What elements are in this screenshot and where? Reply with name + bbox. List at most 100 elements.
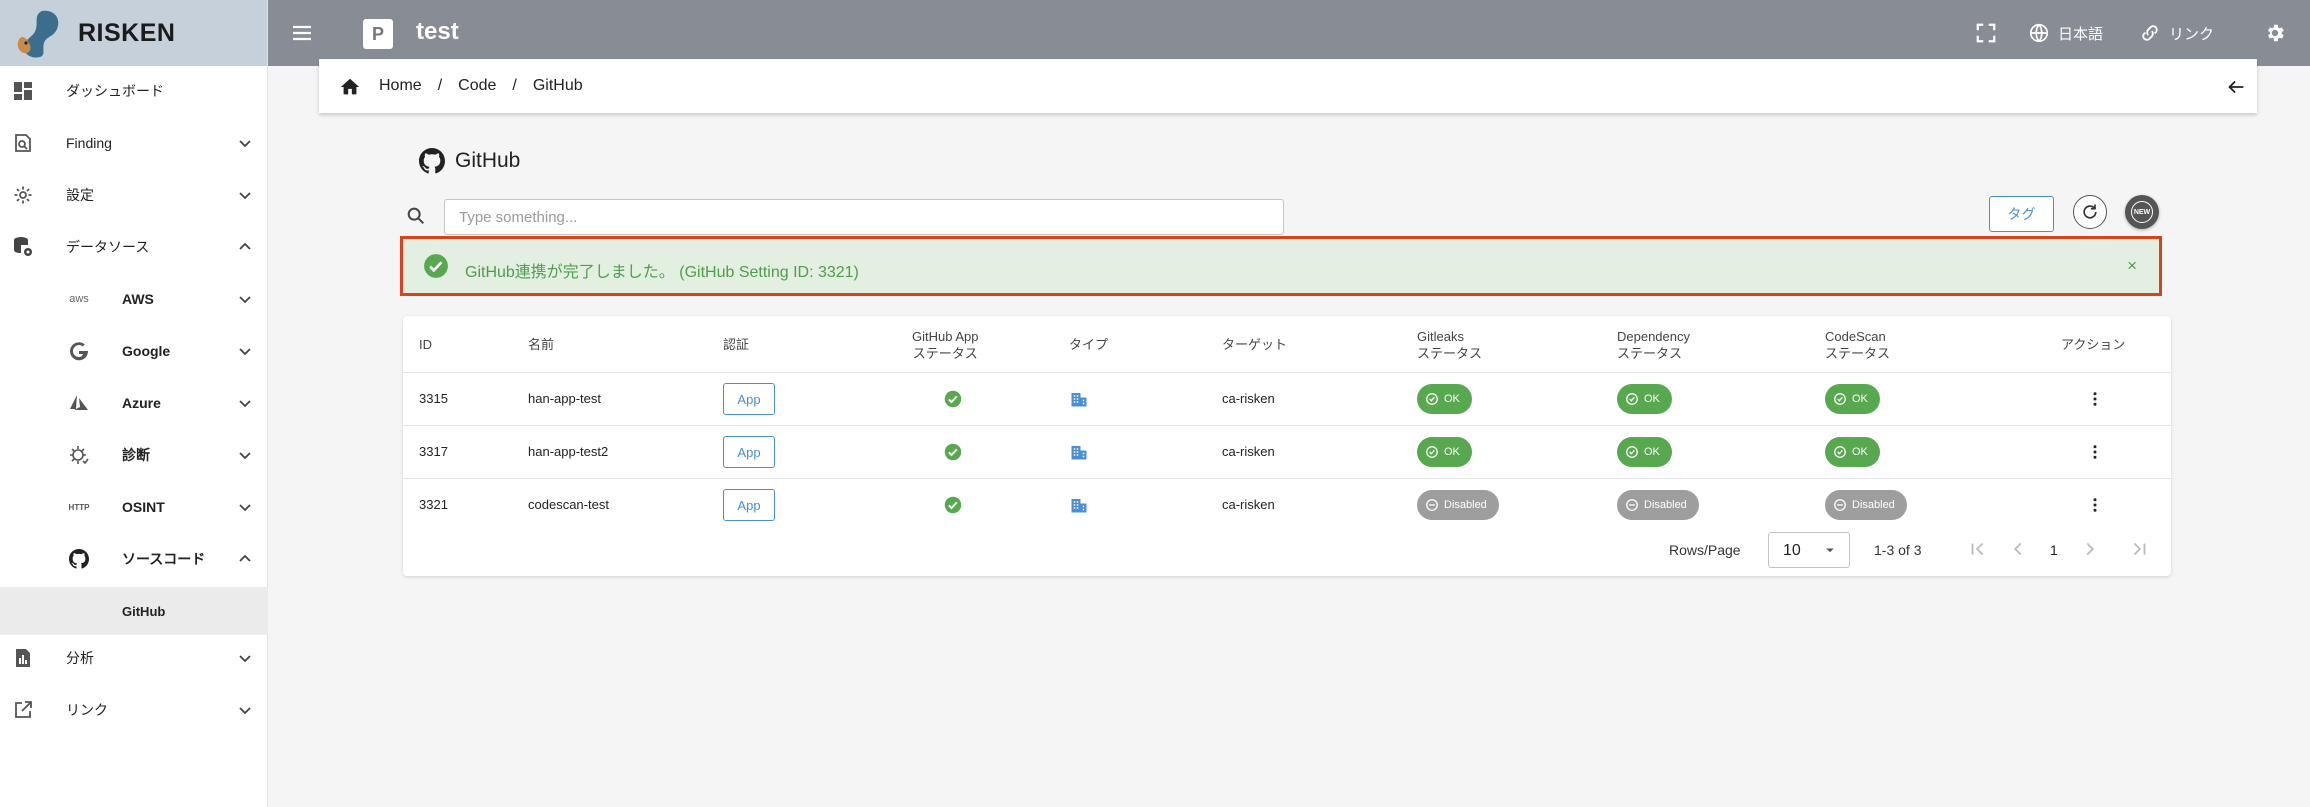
brand-header[interactable]: RISKEN <box>0 0 267 66</box>
github-settings-table: ID 名前 認証 GitHub App ステータス タイプ ターゲット Gitl… <box>403 316 2171 576</box>
sidebar-item-label: AWS <box>122 291 154 307</box>
cell-id: 3317 <box>419 444 448 459</box>
dropdown-arrow-icon <box>1826 548 1834 553</box>
settings-button[interactable] <box>2264 22 2286 44</box>
auth-app-button[interactable]: App <box>723 383 775 415</box>
sidebar: RISKEN ダッシュボード Finding 設定 データソース aws AWS <box>0 0 268 807</box>
page-title: GitHub <box>419 148 520 174</box>
check-outline-icon <box>1426 446 1438 458</box>
sidebar-item-google[interactable]: Google <box>0 325 268 377</box>
fullscreen-icon <box>1976 23 1996 43</box>
breadcrumb-home[interactable]: Home <box>379 77 422 95</box>
more-vert-icon[interactable] <box>2086 390 2104 408</box>
more-vert-icon[interactable] <box>2086 496 2104 514</box>
alert-close-button[interactable]: × <box>2127 256 2137 276</box>
fullscreen-button[interactable] <box>1975 22 1997 44</box>
gear-icon <box>2268 24 2284 42</box>
link-label: リンク <box>2169 25 2215 43</box>
header-line: ステータス <box>1825 346 1891 361</box>
breadcrumb-github: GitHub <box>532 77 583 94</box>
refresh-icon <box>2083 204 2097 219</box>
breadcrumb-bar: Home / Code / GitHub <box>319 59 2257 113</box>
chevron-down-icon <box>239 348 251 356</box>
column-header-app-status[interactable]: GitHub App ステータス <box>912 328 979 362</box>
refresh-button[interactable] <box>2073 195 2107 229</box>
page-range: 1-3 of 3 <box>1874 542 1922 558</box>
sidebar-item-analysis[interactable]: 分析 <box>0 632 268 684</box>
column-header-id[interactable]: ID <box>419 336 432 353</box>
dependency-status-badge: Disabled <box>1617 490 1699 520</box>
hamburger-menu-icon[interactable] <box>290 21 314 45</box>
auth-app-button[interactable]: App <box>723 489 775 521</box>
header-line: Gitleaks <box>1417 329 1464 344</box>
breadcrumb-separator: / <box>437 77 443 94</box>
cell-name: han-app-test2 <box>528 444 609 459</box>
external-link-icon <box>12 699 34 721</box>
sidebar-item-github[interactable]: GitHub <box>0 587 268 635</box>
search-input[interactable] <box>444 199 1284 235</box>
sidebar-item-osint[interactable]: HTTP OSINT <box>0 481 268 533</box>
tag-button[interactable]: タグ <box>1989 196 2054 232</box>
cell-id: 3315 <box>419 391 448 406</box>
globe-icon <box>2029 23 2049 43</box>
new-item-button[interactable]: NEW <box>2125 195 2159 229</box>
cell-target: ca-risken <box>1222 444 1275 459</box>
check-outline-icon <box>1834 393 1846 405</box>
database-gear-icon <box>12 236 34 258</box>
table-row[interactable]: 3315 han-app-test App ca-risken OK OK OK <box>403 373 2171 425</box>
column-header-codescan[interactable]: CodeScan ステータス <box>1825 328 1890 362</box>
check-circle-icon <box>944 443 962 461</box>
project-badge[interactable]: P <box>363 19 393 49</box>
last-page-icon[interactable] <box>2128 538 2150 560</box>
column-header-name[interactable]: 名前 <box>528 336 554 353</box>
project-name[interactable]: test <box>416 18 459 46</box>
organization-building-icon <box>1071 446 1087 460</box>
more-vert-icon[interactable] <box>2086 443 2104 461</box>
column-header-dependency[interactable]: Dependency ステータス <box>1617 328 1690 362</box>
breadcrumb-code[interactable]: Code <box>458 77 496 95</box>
arrow-left-icon[interactable] <box>2225 76 2247 98</box>
link-menu-button[interactable]: リンク <box>2139 22 2214 44</box>
status-text: Disabled <box>1644 499 1687 511</box>
sidebar-item-settings[interactable]: 設定 <box>0 169 268 221</box>
sidebar-item-sourcecode[interactable]: ソースコード <box>0 533 268 585</box>
success-alert: GitHub連携が完了しました。 (GitHub Setting ID: 332… <box>400 236 2162 296</box>
language-button[interactable]: 日本語 <box>2028 22 2103 44</box>
status-text: OK <box>1644 393 1660 405</box>
sidebar-item-azure[interactable]: Azure <box>0 377 268 429</box>
home-icon[interactable] <box>339 76 361 98</box>
sidebar-item-label: 分析 <box>66 650 94 666</box>
check-outline-icon <box>1626 393 1638 405</box>
sidebar-item-finding[interactable]: Finding <box>0 117 268 169</box>
sidebar-item-label: 設定 <box>66 187 94 203</box>
squirrel-logo-icon <box>12 7 64 59</box>
chevron-down-icon <box>239 296 251 304</box>
sidebar-item-datasource[interactable]: データソース <box>0 221 268 273</box>
column-header-auth[interactable]: 認証 <box>723 336 749 353</box>
column-header-type[interactable]: タイプ <box>1069 336 1108 353</box>
header-line: Dependency <box>1617 329 1690 344</box>
breadcrumb-separator: / <box>512 77 517 94</box>
auth-app-button[interactable]: App <box>723 436 775 468</box>
sidebar-item-dashboard[interactable]: ダッシュボード <box>0 65 268 117</box>
check-outline-icon <box>1426 393 1438 405</box>
sidebar-item-aws[interactable]: aws AWS <box>0 273 268 325</box>
sidebar-item-links[interactable]: リンク <box>0 684 268 736</box>
status-text: OK <box>1444 393 1460 405</box>
table-row[interactable]: 3317 han-app-test2 App ca-risken OK OK O… <box>403 426 2171 478</box>
sidebar-item-diagnosis[interactable]: 診断 <box>0 429 268 481</box>
next-page-icon[interactable] <box>2079 538 2101 560</box>
status-text: Disabled <box>1852 499 1895 511</box>
current-page: 1 <box>2050 542 2058 558</box>
rows-per-page-select[interactable]: 10 <box>1768 532 1850 568</box>
column-header-target[interactable]: ターゲット <box>1222 336 1287 353</box>
sidebar-item-label: GitHub <box>122 603 166 619</box>
first-page-icon[interactable] <box>1967 538 1989 560</box>
status-text: OK <box>1644 446 1660 458</box>
dependency-status-badge: OK <box>1617 437 1672 467</box>
column-header-gitleaks[interactable]: Gitleaks ステータス <box>1417 328 1482 362</box>
brand-title: RISKEN <box>78 18 176 47</box>
dashboard-icon <box>12 80 34 102</box>
table-row[interactable]: 3321 codescan-test App ca-risken Disable… <box>403 479 2171 531</box>
prev-page-icon[interactable] <box>2007 538 2029 560</box>
